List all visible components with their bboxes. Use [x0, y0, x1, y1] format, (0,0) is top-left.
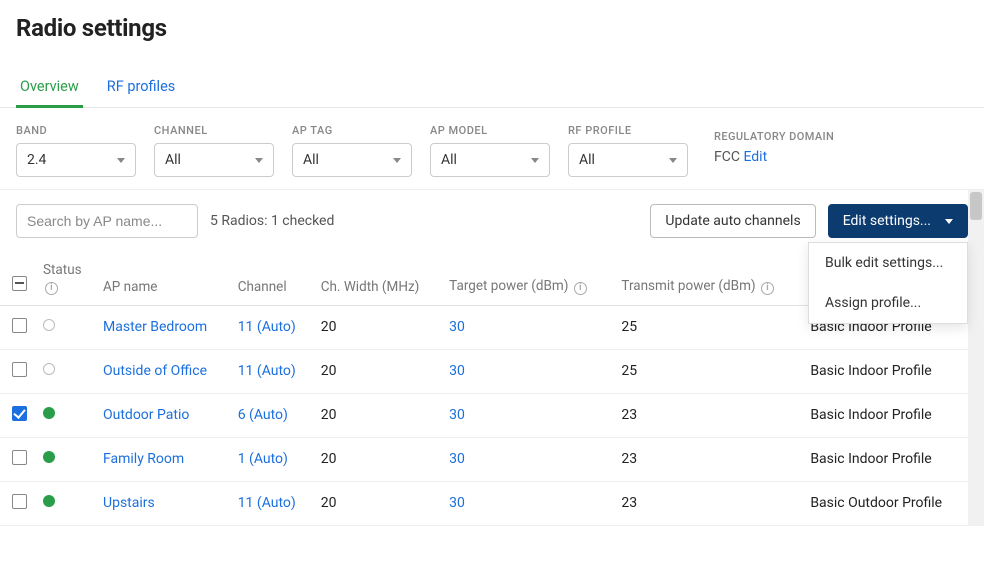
menu-bulk-edit[interactable]: Bulk edit settings... — [809, 243, 967, 283]
toolbar: 5 Radios: 1 checked Update auto channels… — [0, 190, 984, 252]
search-input[interactable] — [16, 204, 198, 238]
rf-profile-cell: Basic Indoor Profile — [802, 393, 968, 437]
col-targetpower[interactable]: Target power (dBm) — [449, 278, 568, 294]
channel-link[interactable]: 6 (Auto) — [238, 407, 288, 423]
table-row: Family Room 1 (Auto) 20 30 23Basic Indoor Pr… — [0, 437, 968, 481]
filter-apmodel-select[interactable]: All — [430, 143, 550, 177]
table-row: Upstairs 11 (Auto) 20 30 23Basic Outdoor Pro… — [0, 481, 968, 525]
tab-rf-profiles[interactable]: RF profiles — [103, 68, 179, 107]
ap-name-link[interactable]: Family Room — [103, 451, 184, 467]
filter-apmodel-label: AP MODEL — [430, 124, 550, 137]
filters-row: BAND 2.4 CHANNEL All AP TAG All AP MODEL… — [0, 108, 984, 189]
select-all-checkbox[interactable] — [12, 276, 27, 291]
chevron-down-icon — [393, 158, 401, 163]
filter-channel-label: CHANNEL — [154, 124, 274, 137]
menu-assign-profile[interactable]: Assign profile... — [809, 283, 967, 323]
table-row: Outside of Office 11 (Auto) 20 30 25Basic In… — [0, 349, 968, 393]
chevron-down-icon — [531, 158, 539, 163]
row-checkbox[interactable] — [12, 450, 27, 465]
target-power-link[interactable]: 30 — [449, 451, 465, 467]
filter-channel-select[interactable]: All — [154, 143, 274, 177]
filter-aptag-value: All — [303, 152, 319, 168]
info-icon[interactable]: i — [761, 282, 774, 295]
scrollbar[interactable] — [968, 190, 984, 526]
ch-width-cell: 20 — [313, 437, 441, 481]
transmit-power-cell: 25 — [613, 305, 802, 349]
scrollbar-thumb[interactable] — [970, 192, 982, 220]
row-checkbox[interactable] — [12, 494, 27, 509]
channel-link[interactable]: 11 (Auto) — [238, 319, 296, 335]
content-area: 5 Radios: 1 checked Update auto channels… — [0, 189, 984, 526]
col-transmitpower[interactable]: Transmit power (dBm) — [621, 278, 755, 294]
rf-profile-cell: Basic Outdoor Profile — [802, 481, 968, 525]
col-channel[interactable]: Channel — [230, 252, 313, 305]
col-status[interactable]: Status — [43, 262, 82, 278]
tabs: Overview RF profiles — [0, 68, 984, 108]
chevron-down-icon — [117, 158, 125, 163]
status-indicator — [43, 495, 55, 507]
ap-name-link[interactable]: Outdoor Patio — [103, 407, 189, 423]
target-power-link[interactable]: 30 — [449, 363, 465, 379]
filter-apmodel-value: All — [441, 152, 457, 168]
row-checkbox[interactable] — [12, 362, 27, 377]
table-row: Outdoor Patio 6 (Auto) 20 30 23Basic Indoor … — [0, 393, 968, 437]
status-indicator — [43, 407, 55, 419]
edit-settings-button[interactable]: Edit settings... — [828, 204, 968, 238]
filter-band-value: 2.4 — [27, 152, 46, 168]
chevron-down-icon — [945, 219, 953, 224]
transmit-power-cell: 23 — [613, 481, 802, 525]
reg-domain-value: FCC — [714, 149, 740, 165]
filter-rfprofile-label: RF PROFILE — [568, 124, 688, 137]
row-checkbox[interactable] — [12, 318, 27, 333]
target-power-link[interactable]: 30 — [449, 495, 465, 511]
radio-count-text: 5 Radios: 1 checked — [210, 213, 334, 229]
reg-domain-edit-link[interactable]: Edit — [743, 149, 767, 165]
transmit-power-cell: 23 — [613, 393, 802, 437]
edit-settings-menu: Bulk edit settings... Assign profile... — [808, 242, 968, 324]
ch-width-cell: 20 — [313, 481, 441, 525]
transmit-power-cell: 25 — [613, 349, 802, 393]
chevron-down-icon — [255, 158, 263, 163]
target-power-link[interactable]: 30 — [449, 319, 465, 335]
tab-overview[interactable]: Overview — [16, 68, 83, 108]
channel-link[interactable]: 11 (Auto) — [238, 363, 296, 379]
transmit-power-cell: 23 — [613, 437, 802, 481]
edit-settings-label: Edit settings... — [843, 213, 931, 229]
row-checkbox[interactable] — [12, 406, 27, 421]
info-icon[interactable]: i — [574, 282, 587, 295]
reg-domain-label: REGULATORY DOMAIN — [714, 130, 834, 143]
col-chwidth[interactable]: Ch. Width (MHz) — [313, 252, 441, 305]
filter-band-select[interactable]: 2.4 — [16, 143, 136, 177]
col-apname[interactable]: AP name — [95, 252, 230, 305]
ch-width-cell: 20 — [313, 305, 441, 349]
filter-aptag-label: AP TAG — [292, 124, 412, 137]
ch-width-cell: 20 — [313, 349, 441, 393]
rf-profile-cell: Basic Indoor Profile — [802, 437, 968, 481]
status-indicator — [43, 319, 55, 331]
chevron-down-icon — [669, 158, 677, 163]
filter-rfprofile-value: All — [579, 152, 595, 168]
ap-name-link[interactable]: Master Bedroom — [103, 319, 207, 335]
ch-width-cell: 20 — [313, 393, 441, 437]
update-auto-channels-button[interactable]: Update auto channels — [650, 204, 815, 238]
ap-name-link[interactable]: Upstairs — [103, 495, 155, 511]
channel-link[interactable]: 1 (Auto) — [238, 451, 288, 467]
rf-profile-cell: Basic Indoor Profile — [802, 349, 968, 393]
page-title: Radio settings — [0, 0, 984, 50]
filter-channel-value: All — [165, 152, 181, 168]
channel-link[interactable]: 11 (Auto) — [238, 495, 296, 511]
target-power-link[interactable]: 30 — [449, 407, 465, 423]
filter-aptag-select[interactable]: All — [292, 143, 412, 177]
status-indicator — [43, 363, 55, 375]
info-icon[interactable]: i — [45, 282, 58, 295]
status-indicator — [43, 451, 55, 463]
ap-name-link[interactable]: Outside of Office — [103, 363, 207, 379]
filter-rfprofile-select[interactable]: All — [568, 143, 688, 177]
filter-band-label: BAND — [16, 124, 136, 137]
